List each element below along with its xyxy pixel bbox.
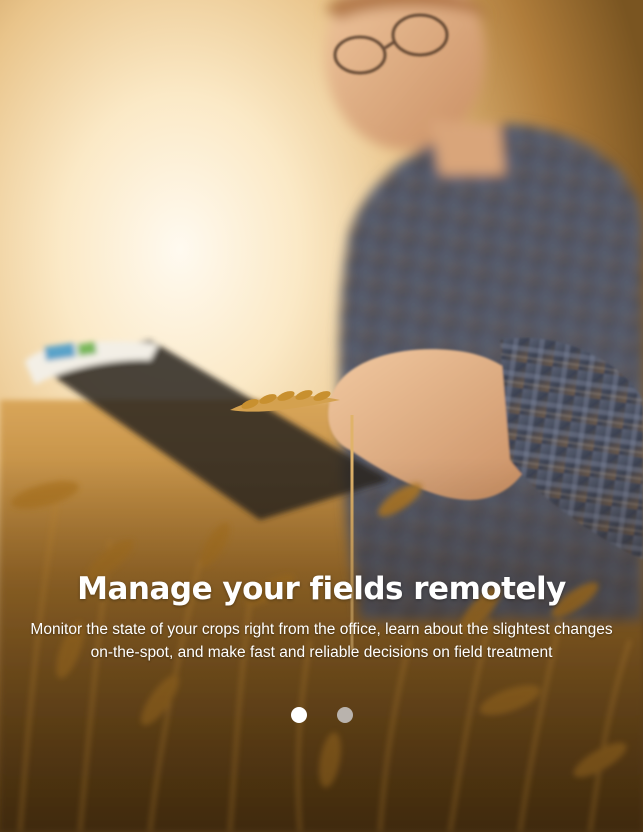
slide-caption: Manage your fields remotely Monitor the … — [0, 566, 643, 664]
slide-description: Monitor the state of your crops right fr… — [30, 621, 613, 661]
slide-title: Manage your fields remotely — [77, 571, 566, 607]
carousel-pagination — [0, 707, 643, 723]
onboarding-hero: Manage your fields remotely Monitor the … — [0, 0, 643, 832]
carousel-dot-2[interactable] — [336, 707, 353, 723]
carousel-dot-1[interactable] — [290, 707, 307, 723]
